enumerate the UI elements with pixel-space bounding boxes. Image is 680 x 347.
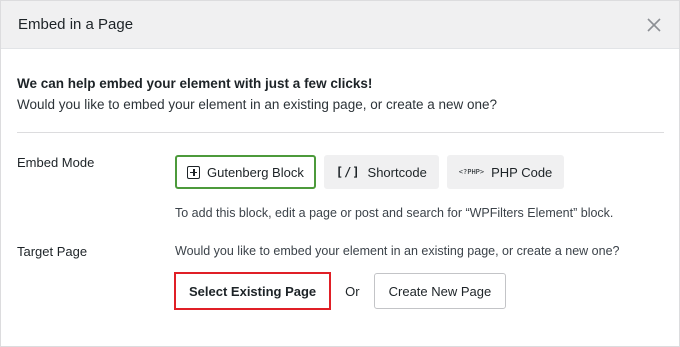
php-code-icon: <?PHP> (458, 168, 485, 176)
gutenberg-block-label: Gutenberg Block (207, 164, 304, 180)
or-separator: Or (345, 283, 360, 299)
modal-header: Embed in a Page (1, 1, 679, 49)
php-code-label: PHP Code (491, 164, 553, 180)
modal-title: Embed in a Page (18, 16, 134, 33)
target-page-question: Would you like to embed your element in … (175, 244, 620, 258)
shortcode-brackets-icon: [/] (335, 165, 361, 179)
target-page-label: Target Page (17, 244, 88, 259)
shortcode-label: Shortcode (367, 164, 427, 180)
block-plus-icon (187, 165, 200, 179)
embed-mode-hint: To add this block, edit a page or post a… (175, 206, 614, 220)
php-code-button[interactable]: <?PHP> PHP Code (446, 155, 565, 189)
gutenberg-block-button[interactable]: Gutenberg Block (175, 155, 316, 189)
intro-text: Would you like to embed your element in … (17, 97, 498, 112)
target-page-actions: Select Existing Page Or Create New Page (174, 272, 507, 310)
embed-mode-options: Gutenberg Block [/] Shortcode <?PHP> PHP… (175, 155, 565, 189)
shortcode-button[interactable]: [/] Shortcode (323, 155, 439, 189)
select-existing-page-button[interactable]: Select Existing Page (174, 272, 332, 310)
close-icon[interactable] (645, 16, 663, 34)
embed-mode-label: Embed Mode (17, 155, 95, 170)
intro-heading: We can help embed your element with just… (17, 76, 373, 91)
create-new-page-button[interactable]: Create New Page (373, 273, 507, 309)
embed-mode-row: Embed Mode Gutenberg Block [/] Shortcode… (17, 133, 663, 313)
modal-body: We can help embed your element with just… (1, 49, 679, 313)
embed-modal: Embed in a Page We can help embed your e… (0, 0, 680, 347)
